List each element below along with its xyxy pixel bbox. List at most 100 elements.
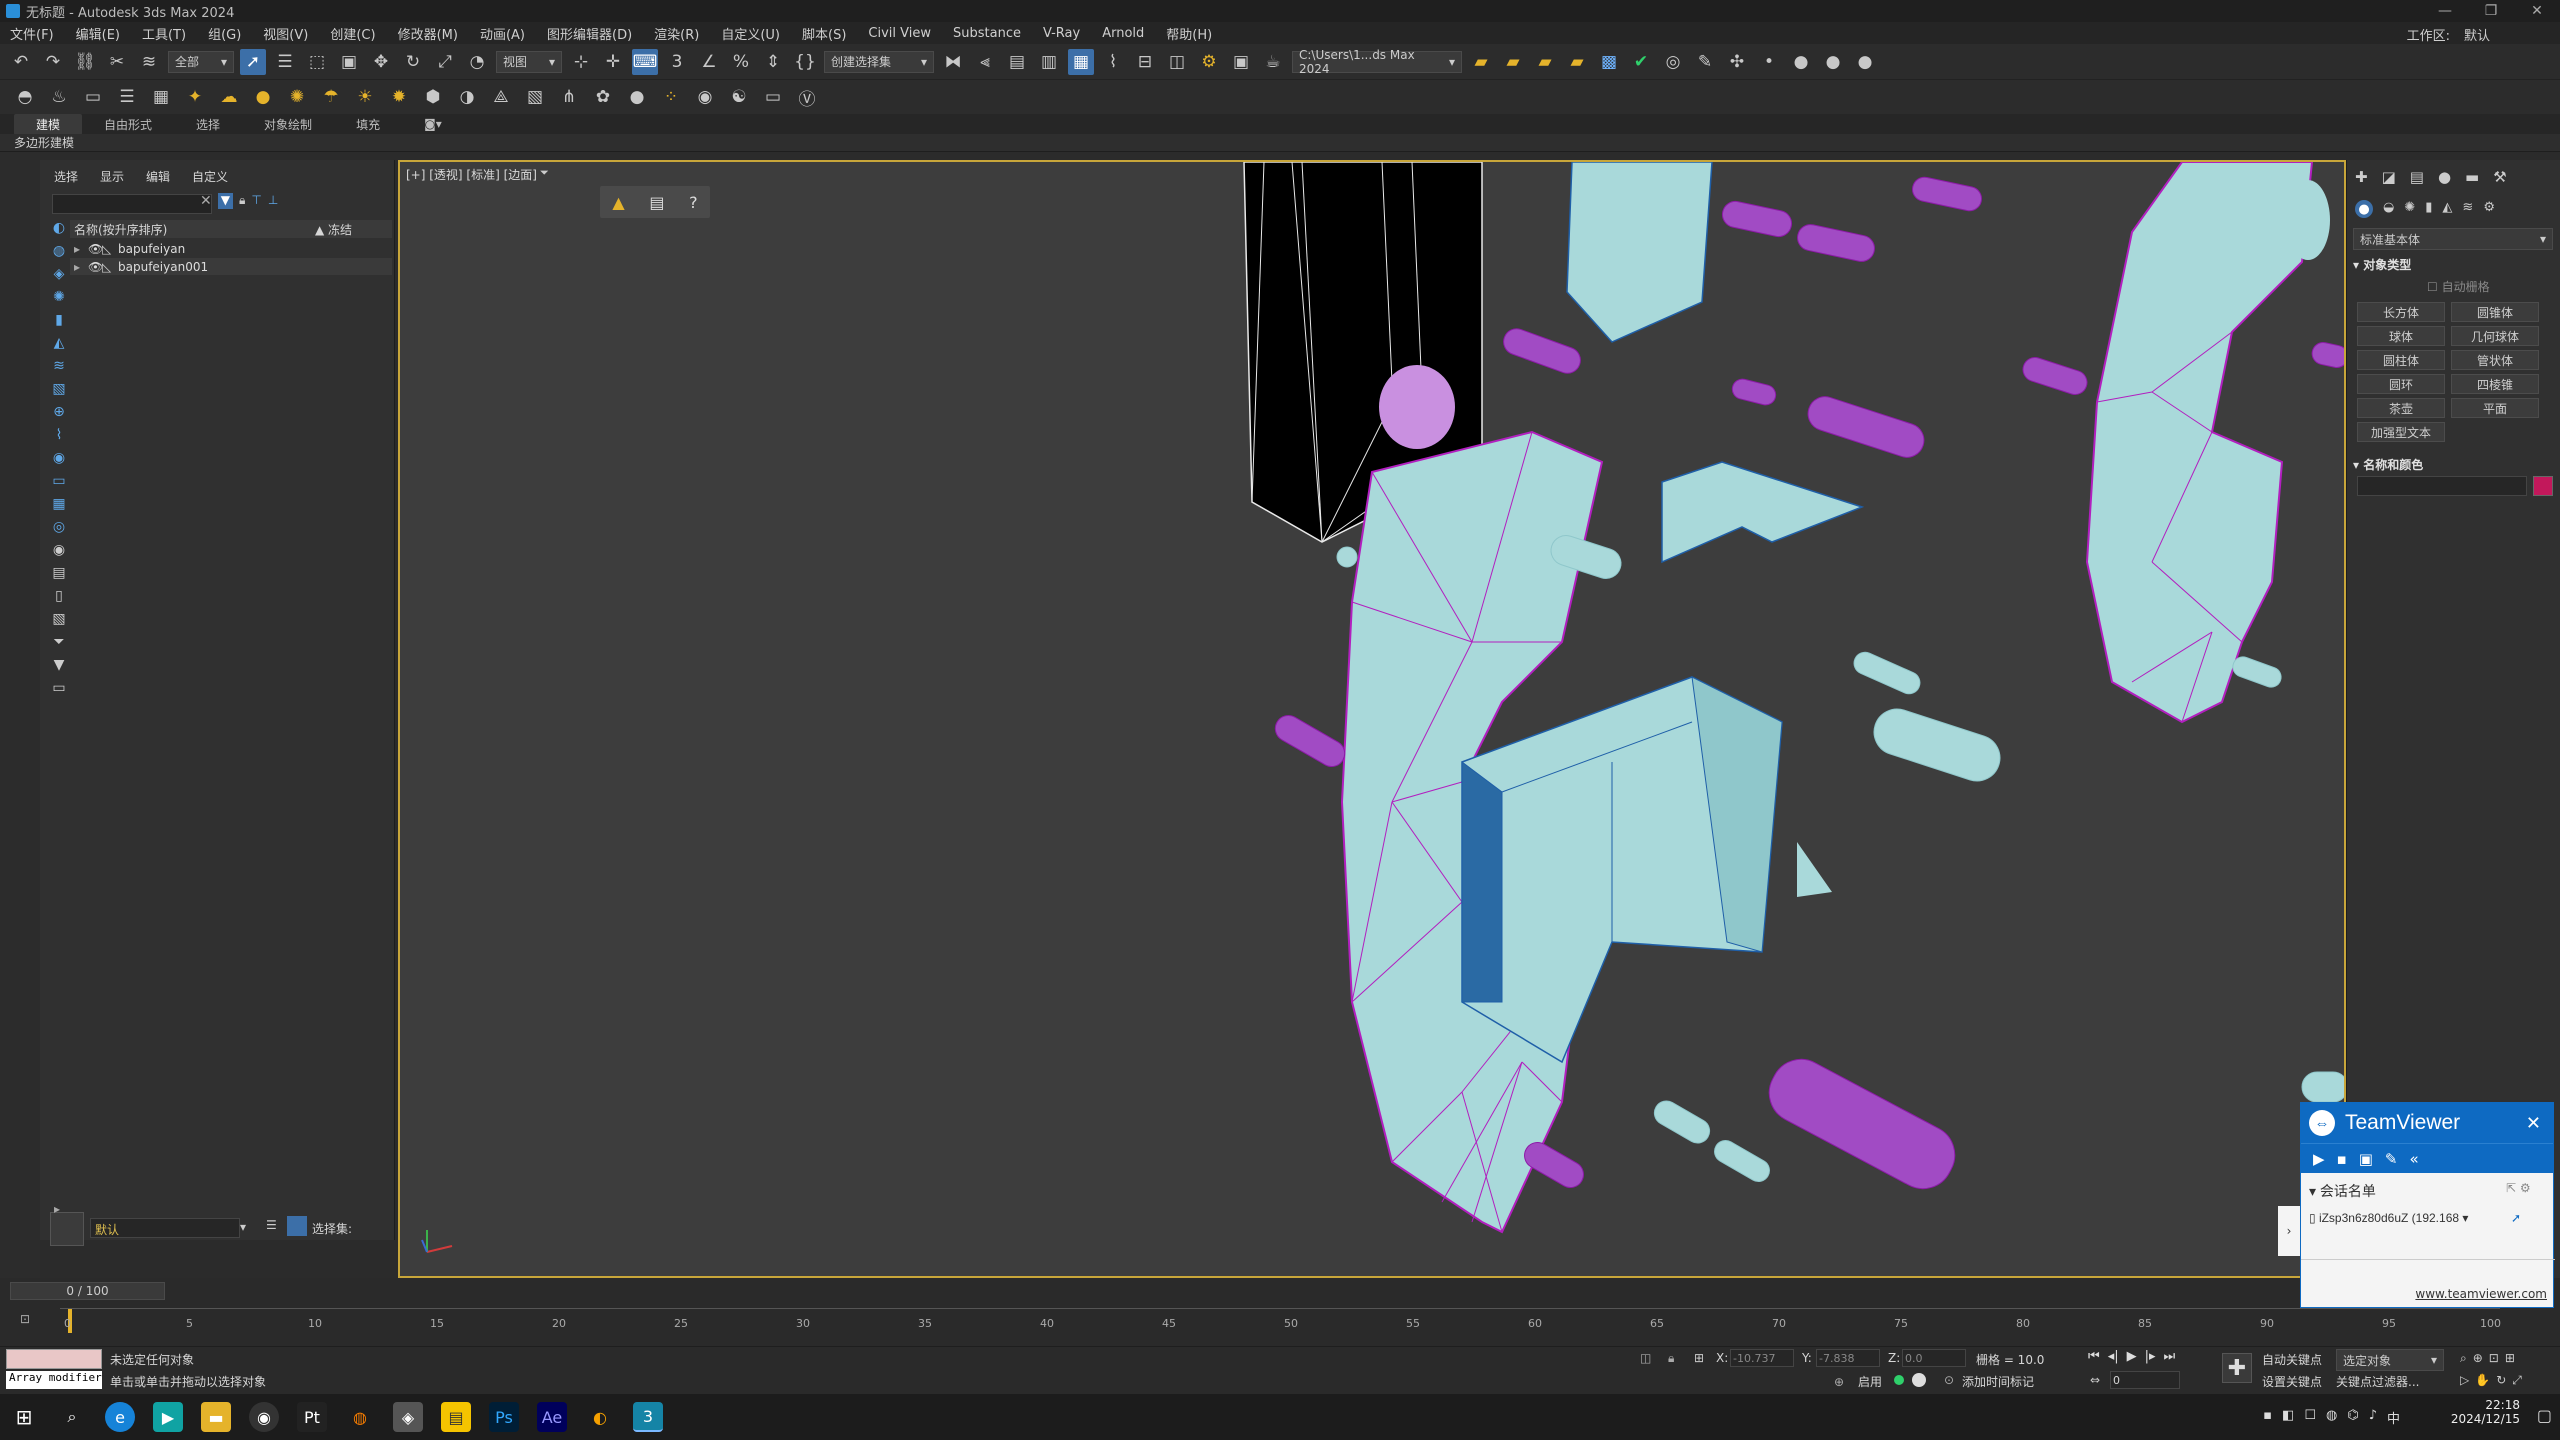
- x-coordinate-field[interactable]: -10.737: [1730, 1349, 1794, 1367]
- archive-icon[interactable]: ▰: [1564, 49, 1590, 75]
- menu-edit[interactable]: 编辑(E): [76, 24, 120, 43]
- vray-fur-icon[interactable]: ◑: [454, 84, 480, 110]
- menu-create[interactable]: 创建(C): [330, 24, 375, 43]
- torus-button[interactable]: 圆环: [2357, 374, 2445, 394]
- perspective-viewport[interactable]: [+] [透视] [标准] [边面] ⏷ ▲ ▤ ?: [398, 160, 2346, 1278]
- select-scale-icon[interactable]: ⤢: [432, 49, 458, 75]
- display-cameras-icon[interactable]: ▮: [50, 312, 68, 330]
- menu-customize[interactable]: 自定义(U): [721, 24, 780, 43]
- select-object-icon[interactable]: ➚: [240, 48, 266, 75]
- zoom-all-icon[interactable]: ⊕: [2473, 1351, 2483, 1366]
- edit-named-sets-icon[interactable]: {}: [792, 49, 818, 75]
- top-block[interactable]: [1566, 162, 1713, 343]
- shapes-icon[interactable]: ◒: [2383, 200, 2394, 218]
- lock-icon[interactable]: 🔒︎: [239, 193, 245, 209]
- set-key-mode-button[interactable]: 设置关键点: [2262, 1373, 2322, 1390]
- minimize-button[interactable]: —: [2422, 0, 2468, 22]
- enable-label[interactable]: 启用: [1858, 1373, 1882, 1390]
- project-folder-icon[interactable]: ▰: [1468, 49, 1494, 75]
- track-bar-toggle-icon[interactable]: ⊡: [20, 1312, 30, 1326]
- tv-popout-icon[interactable]: ⇱ ⚙: [2506, 1181, 2531, 1195]
- display-hidden-icon[interactable]: ▦: [50, 496, 68, 514]
- reference-coord-dropdown[interactable]: 视图 ▾: [496, 50, 562, 73]
- teamviewer-close-icon[interactable]: ✕: [2526, 1113, 2541, 1134]
- start-icon[interactable]: ⊞: [9, 1402, 39, 1432]
- display-geometry-icon[interactable]: ◍: [50, 243, 68, 261]
- layer-explorer-icon[interactable]: ▥: [1036, 49, 1062, 75]
- rollout-name-color[interactable]: ▾ 名称和颜色: [2353, 456, 2423, 473]
- vray-toolbar-icon[interactable]: ▩: [1596, 49, 1622, 75]
- pan-icon[interactable]: ✋: [2475, 1373, 2490, 1388]
- pivot-center-icon[interactable]: ⊹: [568, 49, 594, 75]
- selection-lock-icon[interactable]: ⊕: [1834, 1375, 1844, 1389]
- camera-icon[interactable]: ▭: [80, 84, 106, 110]
- hierarchy-tab-icon[interactable]: ▤: [2410, 168, 2424, 186]
- wedge-object[interactable]: [1661, 461, 1865, 564]
- ribbon-tab-selection[interactable]: 选择: [174, 114, 242, 135]
- vray-logo-icon[interactable]: Ⓥ: [794, 84, 820, 110]
- vray-ies-icon[interactable]: ☂: [318, 84, 344, 110]
- 3dsmax-taskbar-icon[interactable]: 3: [633, 1402, 663, 1432]
- layers-icon[interactable]: ☰: [114, 84, 140, 110]
- menu-vray[interactable]: V-Ray: [1043, 26, 1080, 41]
- collapse-panel-icon[interactable]: ▸: [54, 1202, 60, 1216]
- texture-icon[interactable]: ◉: [692, 84, 718, 110]
- render-production-icon[interactable]: ☕: [1260, 49, 1286, 75]
- transform-gizmo-icon[interactable]: ✣: [1724, 49, 1750, 75]
- column-name[interactable]: 名称(按升序排序): [74, 221, 167, 238]
- tray-icon[interactable]: ▪: [2263, 1408, 2272, 1427]
- scene-geometry[interactable]: [400, 162, 2346, 1278]
- column-frozen[interactable]: ▲ 冻结: [315, 221, 352, 238]
- material-sphere-icon[interactable]: ●: [624, 84, 650, 110]
- visibility-eye-icon[interactable]: 👁︎: [88, 260, 103, 274]
- object-name-input[interactable]: [2357, 476, 2527, 496]
- object-color-swatch[interactable]: [2533, 476, 2553, 496]
- menu-file[interactable]: 文件(F): [10, 24, 54, 43]
- session-list-header[interactable]: ▾ 会话名单: [2309, 1181, 2376, 1201]
- vray-sun-icon[interactable]: ☀: [352, 84, 378, 110]
- material-picker-icon[interactable]: ☯: [726, 84, 752, 110]
- dot-small-icon[interactable]: •: [1756, 49, 1782, 75]
- center-block[interactable]: [1461, 676, 1783, 1064]
- maxscript-listener[interactable]: [6, 1349, 102, 1369]
- app-teal-icon[interactable]: ▶: [153, 1402, 183, 1432]
- modify-tab-icon[interactable]: ◪: [2382, 168, 2396, 186]
- cone-button[interactable]: 圆锥体: [2451, 302, 2539, 322]
- scene-explorer-toggle-icon[interactable]: ▤: [1004, 49, 1030, 75]
- tube-button[interactable]: 管状体: [2451, 350, 2539, 370]
- zoom-icon[interactable]: ⌕: [2460, 1351, 2467, 1366]
- scene-tab-edit[interactable]: 编辑: [146, 168, 170, 185]
- utilities-tab-icon[interactable]: ⚒: [2493, 168, 2506, 186]
- display-funnel-icon[interactable]: ⏷: [50, 634, 68, 652]
- schematic-view-icon[interactable]: ⊟: [1132, 49, 1158, 75]
- display-bones-icon[interactable]: ⌇: [50, 427, 68, 445]
- set-key-button[interactable]: ✚: [2222, 1353, 2252, 1383]
- goto-start-icon[interactable]: ⏮: [2088, 1349, 2100, 1364]
- display-frozen-icon[interactable]: ▭: [50, 473, 68, 491]
- multi-material-icon[interactable]: ⁘: [658, 84, 684, 110]
- percent-snap-icon[interactable]: %: [728, 49, 754, 75]
- sphere-gray-2-icon[interactable]: ●: [1820, 49, 1846, 75]
- redo-icon[interactable]: ↷: [40, 49, 66, 75]
- menu-views[interactable]: 视图(V): [263, 24, 308, 43]
- display-helpers-icon[interactable]: ◭: [50, 335, 68, 353]
- ribbon-tab-freeform[interactable]: 自由形式: [82, 114, 174, 135]
- time-tag-icon[interactable]: ⊙: [1944, 1373, 1954, 1387]
- named-selection-set-dropdown[interactable]: 创建选择集 ▾: [824, 50, 934, 73]
- photoshop-icon[interactable]: Ps: [489, 1402, 519, 1432]
- autogrid-checkbox[interactable]: ☐ 自动栅格: [2427, 278, 2490, 295]
- ribbon-toggle-icon[interactable]: ▦: [1068, 48, 1094, 75]
- small-triangle[interactable]: [1797, 842, 1832, 897]
- save-file-icon[interactable]: ▰: [1532, 49, 1558, 75]
- menu-group[interactable]: 组(G): [208, 24, 241, 43]
- tray-icon[interactable]: ◧: [2282, 1408, 2294, 1427]
- clear-search-icon[interactable]: ✕: [200, 193, 212, 209]
- menu-scripting[interactable]: 脚本(S): [802, 24, 846, 43]
- tray-icon[interactable]: ☐: [2304, 1408, 2316, 1427]
- obs-icon[interactable]: ◉: [249, 1402, 279, 1432]
- key-target-dropdown[interactable]: 选定对象 ▾: [2336, 1349, 2444, 1371]
- snap-toggle-icon[interactable]: 3: [664, 49, 690, 75]
- prev-frame-icon[interactable]: ◂|: [2108, 1349, 2119, 1364]
- keyboard-shortcut-override-icon[interactable]: ⌨: [632, 48, 658, 75]
- vray-mesh-light-icon[interactable]: ✺: [284, 84, 310, 110]
